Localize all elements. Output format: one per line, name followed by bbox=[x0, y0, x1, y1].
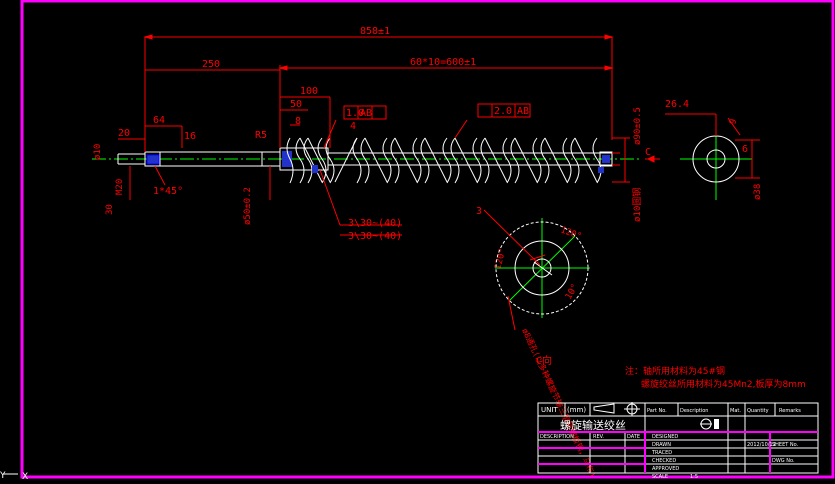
tb-scale-value: 1:5 bbox=[690, 474, 698, 480]
tb-title: 螺旋输送绞丝 bbox=[560, 418, 626, 432]
dim-phi50: ø50±0.2 bbox=[243, 187, 253, 225]
dim-250: 250 bbox=[202, 59, 220, 70]
tb-date: DATE bbox=[627, 434, 640, 440]
tol-value-2: 2.0 bbox=[494, 106, 512, 117]
tb-drawn: DRAWN bbox=[652, 442, 671, 448]
drawing-background bbox=[0, 0, 835, 484]
tb-traced: TRACED bbox=[651, 450, 672, 456]
weld-note-2: 3\30~(40) bbox=[348, 231, 402, 242]
tb-description-label: DESCRIPTION bbox=[540, 434, 574, 440]
dim-4: 4 bbox=[350, 121, 356, 132]
weld-note-1: 3\30~(40) bbox=[348, 218, 402, 229]
dim-64: 64 bbox=[153, 115, 165, 126]
tb-mat: Mat. bbox=[730, 408, 741, 414]
dim-3: 3 bbox=[476, 206, 482, 217]
ucs-y-label: Y bbox=[0, 471, 6, 481]
dim-6: 6 bbox=[742, 144, 748, 155]
dim-16: 16 bbox=[184, 131, 196, 142]
tb-checked: CHECKED bbox=[652, 458, 676, 464]
tol-datum-1: AB bbox=[360, 108, 372, 119]
dim-50: 50 bbox=[290, 99, 302, 110]
tb-unit: UNIT bbox=[541, 406, 558, 414]
dim-phi10: ø10 bbox=[93, 144, 103, 160]
dim-100: 100 bbox=[300, 86, 318, 97]
dim-chamfer: 1*45° bbox=[153, 186, 183, 197]
dim-phi38: ø38 bbox=[753, 184, 763, 200]
tb-unit-value: (mm) bbox=[567, 406, 586, 414]
note-line-1: 注：轴所用材料为45#钢 bbox=[625, 365, 725, 377]
tb-description-col: Description bbox=[680, 408, 708, 414]
tb-designed: DESIGNED bbox=[652, 434, 678, 440]
note-line-2: 螺旋绞丝所用材料为45Mn2,板厚为8mm bbox=[641, 378, 806, 390]
dim-pitch: 60*10=600±1 bbox=[410, 57, 476, 68]
tb-rev: REV. bbox=[593, 434, 604, 440]
tol-datum-2: AB bbox=[517, 106, 529, 117]
dim-r5: R5 bbox=[255, 130, 267, 141]
tb-dwg-no: DWG No. bbox=[772, 458, 795, 464]
dim-m20: M20 bbox=[115, 179, 125, 195]
dim-20: 20 bbox=[118, 128, 130, 139]
tb-part-no: Part No. bbox=[647, 408, 667, 414]
dim-phi90: ø90±0.5 bbox=[633, 107, 643, 145]
ucs-x-label: X bbox=[22, 472, 28, 482]
tb-quantity: Quantity bbox=[747, 408, 769, 414]
dim-30: 30 bbox=[105, 204, 115, 215]
tb-scale: SCALE bbox=[652, 474, 668, 480]
cad-drawing-canvas[interactable]: 858±1 250 60*10=600±1 100 50 64 20 16 8 … bbox=[0, 0, 835, 484]
tb-sheet-no: SHEET No. bbox=[772, 442, 799, 448]
dim-26: 26.4 bbox=[665, 99, 689, 110]
dim-8: 8 bbox=[295, 116, 301, 127]
tb-approved: APPROVED bbox=[652, 466, 679, 472]
dim-overall-length: 858±1 bbox=[360, 26, 390, 37]
view-c-arrow-label: C bbox=[645, 147, 651, 158]
tb-remarks: Remarks bbox=[779, 408, 801, 414]
dim-phi10-bar: ø10圆钢 bbox=[631, 188, 643, 222]
